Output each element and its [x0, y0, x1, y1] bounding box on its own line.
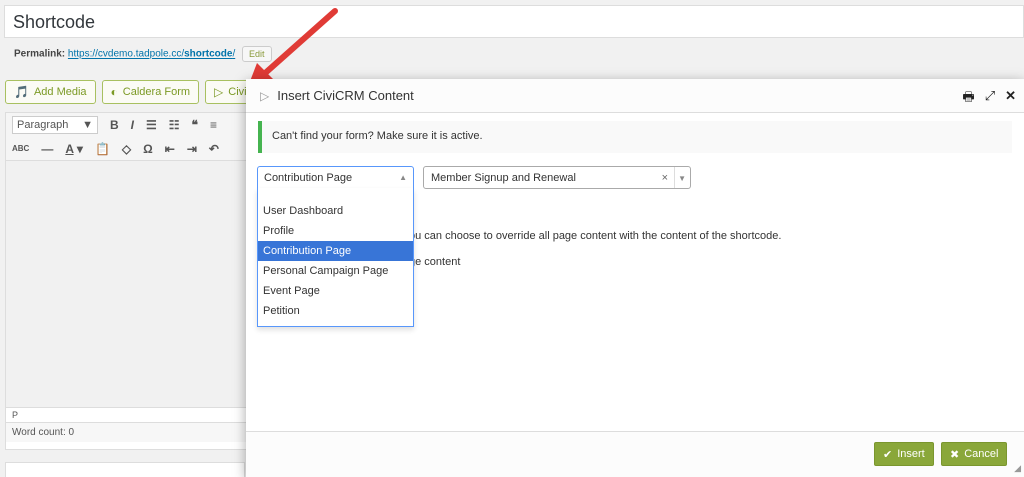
component-select[interactable]: Contribution Page ▲ [257, 166, 414, 189]
item-select[interactable]: Member Signup and Renewal × ▼ [423, 166, 691, 189]
editor-body[interactable] [6, 161, 254, 407]
outdent-icon[interactable]: ⇤ [165, 142, 175, 156]
permalink-label: Permalink: [14, 48, 66, 60]
undo-icon[interactable]: ↶ [209, 142, 219, 156]
align-icon[interactable]: ≡ [210, 118, 217, 132]
modal-title: Insert CiviCRM Content [277, 88, 414, 103]
dropdown-option-user-dashboard[interactable]: User Dashboard [258, 201, 413, 221]
text-color-icon[interactable]: A ▾ [65, 142, 83, 156]
content-editor: Paragraph ▼ B I ☰ ☷ ❝ ≡ ABC — A ▾ 📋 ◇ Ω ⇤… [5, 112, 255, 450]
editor-path: P [6, 407, 254, 422]
civicrm-icon: ▷ [260, 88, 270, 103]
special-character-icon[interactable]: Ω [143, 142, 153, 156]
format-select[interactable]: Paragraph ▼ [12, 116, 98, 134]
add-media-icon: 🎵 [14, 85, 29, 99]
dropdown-option-profile[interactable]: Profile [258, 221, 413, 241]
permalink-row: Permalink: https://cvdemo.tadpole.cc/sho… [14, 46, 272, 62]
cancel-button[interactable]: ✖ Cancel [941, 442, 1008, 466]
modal-header: ▷ Insert CiviCRM Content 🖶 ⤢ ✕ [246, 79, 1024, 113]
close-icon: ✖ [950, 448, 960, 461]
override-description: ou can choose to override all page conte… [409, 230, 782, 242]
clear-icon[interactable]: × [662, 172, 668, 184]
dropdown-option-personal-campaign-page[interactable]: Personal Campaign Page [258, 261, 413, 281]
chevron-down-icon[interactable]: ▼ [678, 174, 686, 183]
editor-toolbar-1: Paragraph ▼ B I ☰ ☷ ❝ ≡ [6, 113, 254, 137]
expand-icon[interactable]: ⤢ [985, 88, 995, 110]
add-media-button[interactable]: 🎵 Add Media [5, 80, 96, 104]
chevron-up-icon: ▲ [399, 173, 407, 182]
dropdown-option-petition[interactable]: Petition [258, 301, 413, 321]
insert-civicrm-modal: ▷ Insert CiviCRM Content 🖶 ⤢ ✕ Can't fin… [246, 79, 1024, 477]
numbered-list-icon[interactable]: ☷ [169, 118, 180, 132]
italic-icon[interactable]: I [131, 118, 134, 132]
modal-actions: 🖶 ⤢ ✕ [962, 88, 1016, 110]
clear-formatting-icon[interactable]: ◇ [122, 142, 131, 156]
caldera-form-button[interactable]: ◐ Caldera Form [101, 80, 200, 104]
indent-icon[interactable]: ⇥ [187, 142, 197, 156]
bold-icon[interactable]: B [110, 118, 119, 132]
resize-grip-icon[interactable]: ◢ [1014, 463, 1021, 474]
post-title-input[interactable]: Shortcode [4, 5, 1024, 38]
bullet-list-icon[interactable]: ☰ [146, 118, 157, 132]
modal-footer: ✔ Insert ✖ Cancel ◢ [246, 431, 1024, 477]
caldera-icon: ◐ [110, 85, 118, 99]
horizontal-line-icon[interactable]: — [41, 142, 53, 156]
check-icon: ✔ [883, 448, 893, 461]
override-checkbox-label[interactable]: ge content [409, 256, 460, 268]
dropdown-option-contribution-page[interactable]: Contribution Page [258, 241, 413, 261]
media-buttons: 🎵 Add Media ◐ Caldera Form ▷ CiviCR [5, 80, 272, 104]
blockquote-icon[interactable]: ❝ [192, 118, 198, 132]
paste-text-icon[interactable]: 📋 [95, 142, 110, 156]
word-count: Word count: 0 [6, 422, 254, 442]
notice-banner: Can't find your form? Make sure it is ac… [258, 121, 1012, 153]
component-dropdown: User Dashboard Profile Contribution Page… [257, 188, 414, 327]
print-icon[interactable]: 🖶 [962, 88, 974, 110]
civicrm-icon: ▷ [214, 85, 224, 99]
insert-button[interactable]: ✔ Insert [874, 442, 934, 466]
permalink-link[interactable]: https://cvdemo.tadpole.cc/shortcode/ [68, 49, 235, 60]
strikethrough-icon[interactable]: ABC [12, 144, 29, 153]
publish-box [5, 462, 245, 477]
dropdown-option-event-page[interactable]: Event Page [258, 281, 413, 301]
editor-toolbar-2: ABC — A ▾ 📋 ◇ Ω ⇤ ⇥ ↶ [6, 137, 254, 161]
close-icon[interactable]: ✕ [1005, 88, 1016, 110]
